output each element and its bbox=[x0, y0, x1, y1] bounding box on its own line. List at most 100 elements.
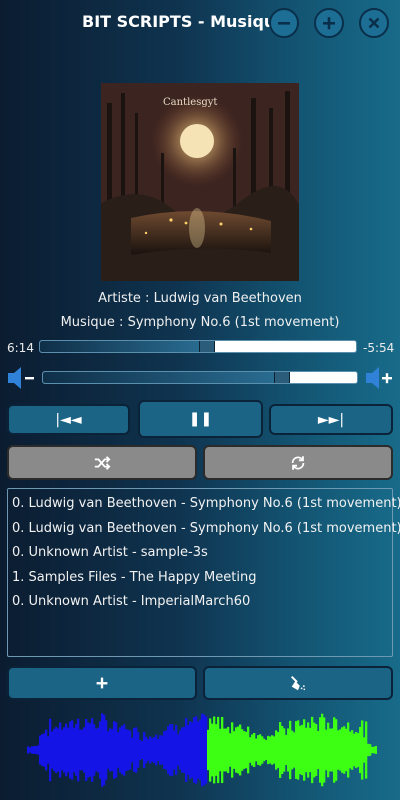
waveform-bar bbox=[323, 717, 326, 783]
waveform-bar bbox=[37, 745, 40, 755]
waveform-bar bbox=[77, 718, 80, 782]
waveform-bar bbox=[223, 728, 226, 772]
waveform-bar bbox=[87, 722, 90, 778]
waveform-bar bbox=[187, 725, 190, 775]
waveform-bar bbox=[233, 731, 236, 769]
waveform-bar bbox=[357, 733, 360, 767]
waveform-bar bbox=[169, 724, 172, 776]
waveform-bar bbox=[281, 725, 284, 775]
progress-handle[interactable] bbox=[199, 341, 216, 352]
waveform-bar bbox=[235, 727, 238, 773]
waveform-bar bbox=[351, 730, 354, 770]
waveform-bar bbox=[313, 722, 316, 778]
previous-button[interactable]: |◄◄ bbox=[7, 404, 130, 435]
playlist-item[interactable]: 0. Ludwig van Beethoven - Symphony No.6 … bbox=[8, 517, 400, 542]
waveform-bar bbox=[199, 719, 202, 781]
waveform-bar bbox=[151, 738, 154, 762]
waveform-bar bbox=[91, 718, 94, 782]
waveform-bar bbox=[271, 735, 274, 765]
waveform-bar bbox=[105, 720, 108, 780]
waveform-bar bbox=[219, 728, 222, 772]
waveform-bar bbox=[345, 728, 348, 772]
waveform-bar bbox=[305, 727, 308, 773]
waveform-bar bbox=[327, 722, 330, 778]
waveform-bar bbox=[287, 728, 290, 772]
playlist[interactable]: 0. Ludwig van Beethoven - Symphony No.6 … bbox=[7, 488, 400, 657]
waveform-bar bbox=[353, 733, 356, 767]
playlist-item[interactable]: 0. Unknown Artist - ImperialMarch60 bbox=[8, 590, 392, 615]
waveform-bar bbox=[335, 719, 338, 781]
waveform-bar bbox=[225, 728, 228, 772]
waveform-bar bbox=[49, 718, 52, 782]
waveform-bar bbox=[39, 735, 42, 765]
waveform-bar bbox=[127, 729, 130, 771]
music-label: Musique : Symphony No.6 (1st movement) bbox=[60, 315, 340, 330]
waveform-bar bbox=[273, 736, 276, 764]
waveform-bar bbox=[65, 723, 68, 777]
waveform-bar bbox=[85, 719, 88, 782]
waveform-bar bbox=[33, 746, 36, 754]
waveform-bar bbox=[255, 738, 258, 762]
next-button[interactable]: ►►| bbox=[269, 404, 393, 435]
waveform-bar bbox=[143, 732, 146, 768]
waveform-bar bbox=[47, 736, 50, 764]
playlist-item[interactable]: 0. Ludwig van Beethoven - Symphony No.6 … bbox=[8, 492, 400, 517]
waveform-bar bbox=[57, 728, 60, 772]
repeat-icon bbox=[291, 455, 305, 470]
volume-handle[interactable] bbox=[273, 372, 290, 383]
playlist-item[interactable]: 1. Samples Files - The Happy Meeting bbox=[8, 566, 392, 591]
plus-icon bbox=[96, 677, 108, 689]
waveform-bar bbox=[373, 746, 376, 754]
waveform-bar bbox=[63, 727, 66, 773]
waveform-bar bbox=[61, 729, 64, 771]
waveform-bar bbox=[115, 722, 118, 778]
waveform-bar bbox=[171, 724, 174, 776]
maximize-button[interactable] bbox=[314, 8, 344, 38]
progress-bar[interactable] bbox=[39, 340, 357, 353]
volume-down-icon[interactable] bbox=[6, 364, 36, 392]
add-track-button[interactable] bbox=[7, 666, 197, 700]
waveform-bar bbox=[75, 724, 78, 776]
waveform-bar bbox=[181, 727, 184, 773]
waveform-bar bbox=[337, 730, 340, 770]
waveform-bar bbox=[361, 720, 364, 780]
clear-playlist-button[interactable] bbox=[203, 666, 393, 700]
playlist-item[interactable]: 0. Unknown Artist - sample-3s bbox=[8, 541, 392, 566]
waveform-bar bbox=[291, 730, 294, 770]
pause-button[interactable]: ❚❚ bbox=[138, 400, 263, 438]
waveform-bar bbox=[355, 731, 358, 769]
waveform-bar bbox=[239, 724, 242, 776]
shuffle-button[interactable] bbox=[7, 445, 197, 480]
volume-up-icon[interactable] bbox=[364, 364, 394, 392]
waveform-bar bbox=[359, 726, 362, 774]
close-icon bbox=[368, 17, 380, 29]
waveform-bar bbox=[301, 724, 304, 776]
waveform-bar bbox=[269, 736, 272, 764]
waveform-bar bbox=[205, 716, 208, 784]
repeat-button[interactable] bbox=[203, 445, 393, 480]
waveform-bar bbox=[189, 721, 192, 779]
waveform-bar bbox=[53, 728, 56, 772]
waveform-bar bbox=[175, 725, 178, 775]
waveform-bar bbox=[159, 735, 162, 765]
waveform-bar bbox=[229, 733, 232, 767]
waveform-bar bbox=[111, 729, 114, 771]
waveform-bar bbox=[123, 724, 126, 776]
volume-slider[interactable] bbox=[42, 371, 358, 384]
waveform bbox=[27, 713, 377, 787]
waveform-bar bbox=[319, 717, 322, 783]
waveform-bar bbox=[243, 731, 246, 769]
waveform-bar bbox=[257, 735, 260, 765]
waveform-bar bbox=[307, 722, 310, 778]
waveform-bar bbox=[135, 727, 138, 773]
waveform-bar bbox=[339, 729, 342, 771]
close-button[interactable] bbox=[359, 8, 389, 38]
waveform-bar bbox=[149, 736, 152, 764]
minimize-button[interactable] bbox=[269, 8, 299, 38]
waveform-bar bbox=[41, 734, 44, 766]
waveform-bar bbox=[197, 721, 200, 779]
waveform-bar bbox=[289, 720, 292, 780]
next-label: ►►| bbox=[317, 411, 345, 428]
waveform-bar bbox=[309, 727, 312, 773]
waveform-bar bbox=[341, 727, 344, 773]
